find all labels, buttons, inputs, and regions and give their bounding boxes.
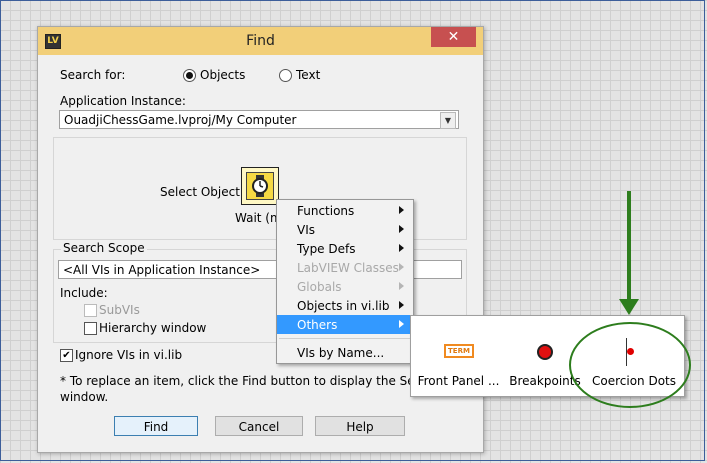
menu-item-label: Objects in vi.lib — [297, 299, 390, 313]
submenu-arrow-icon — [399, 320, 404, 328]
footnote-line-2: window. — [60, 390, 109, 404]
menu-item-others[interactable]: Others — [277, 315, 413, 334]
watch-glyph — [252, 175, 268, 197]
menu-item-label: Others — [297, 318, 338, 332]
radio-objects-label[interactable]: Objects — [200, 68, 245, 82]
submenu-arrow-icon — [399, 244, 404, 252]
hierarchy-window-checkbox[interactable] — [84, 322, 97, 335]
menu-item-labview-classes: LabVIEW Classes — [277, 258, 413, 277]
include-label: Include: — [60, 286, 108, 300]
submenu-arrow-icon — [399, 206, 404, 214]
application-instance-label: Application Instance: — [60, 94, 186, 108]
subvis-label: SubVIs — [99, 303, 140, 317]
menu-item-label: Functions — [297, 204, 355, 218]
search-scope-value: <All VIs in Application Instance> — [63, 263, 261, 277]
close-icon: ✕ — [447, 29, 460, 45]
hierarchy-window-label: Hierarchy window — [99, 321, 207, 335]
radio-objects[interactable] — [183, 69, 196, 82]
submenu-arrow-icon — [399, 282, 404, 290]
select-object-label: Select Object: — [160, 185, 244, 199]
chevron-down-icon[interactable]: ▼ — [440, 112, 456, 129]
down-arrow-head-icon — [619, 299, 639, 315]
close-button[interactable]: ✕ — [431, 27, 476, 47]
ignore-vilib-checkbox[interactable]: ✔ — [60, 349, 73, 362]
menu-separator — [279, 338, 411, 339]
wait-function-icon[interactable] — [241, 167, 279, 205]
help-button[interactable]: Help — [315, 416, 405, 436]
menu-item-type-defs[interactable]: Type Defs — [277, 239, 413, 258]
menu-item-label: VIs — [297, 223, 315, 237]
cancel-button[interactable]: Cancel — [215, 416, 303, 436]
radio-text-label[interactable]: Text — [296, 68, 320, 82]
title-bar[interactable]: LV Find ✕ — [38, 27, 483, 55]
application-instance-dropdown[interactable]: OuadjiChessGame.lvproj/My Computer ▼ — [59, 110, 459, 129]
down-arrow-icon — [627, 191, 631, 301]
breakpoint-icon — [537, 344, 553, 360]
menu-item-vis[interactable]: VIs — [277, 220, 413, 239]
footnote-line-1: * To replace an item, click the Find but… — [60, 374, 467, 388]
menu-item-functions[interactable]: Functions — [277, 201, 413, 220]
dialog-title: Find — [246, 33, 275, 49]
ignore-vilib-label: Ignore VIs in vi.lib — [75, 348, 183, 362]
front-panel-terminal-icon: TERM — [444, 344, 474, 358]
menu-item-objects-in-vilib[interactable]: Objects in vi.lib — [277, 296, 413, 315]
menu-item-globals: Globals — [277, 277, 413, 296]
menu-item-label: Type Defs — [297, 242, 356, 256]
menu-item-label: LabVIEW Classes — [297, 261, 399, 275]
subvis-checkbox[interactable] — [84, 304, 97, 317]
menu-item-label: Globals — [297, 280, 342, 294]
application-instance-value: OuadjiChessGame.lvproj/My Computer — [64, 113, 297, 127]
submenu-arrow-icon — [399, 301, 404, 309]
radio-text[interactable] — [279, 69, 292, 82]
selected-object-caption: Wait (m — [235, 211, 282, 225]
submenu-arrow-icon — [399, 225, 404, 233]
palette-item-label: Breakpoints — [509, 374, 581, 388]
menu-item-vis-by-name[interactable]: VIs by Name... — [277, 343, 413, 362]
select-object-context-menu: Functions VIs Type Defs LabVIEW Classes … — [276, 199, 414, 364]
menu-item-label: VIs by Name... — [297, 346, 385, 360]
palette-item-front-panel-terminals[interactable]: TERM Front Panel ... — [411, 316, 506, 396]
search-scope-label: Search Scope — [61, 241, 147, 255]
highlight-ellipse — [569, 322, 691, 408]
palette-item-label: Front Panel ... — [417, 374, 500, 388]
submenu-arrow-icon — [399, 263, 404, 271]
watch-icon — [246, 172, 274, 200]
find-button[interactable]: Find — [114, 416, 198, 436]
search-for-label: Search for: — [60, 68, 126, 82]
